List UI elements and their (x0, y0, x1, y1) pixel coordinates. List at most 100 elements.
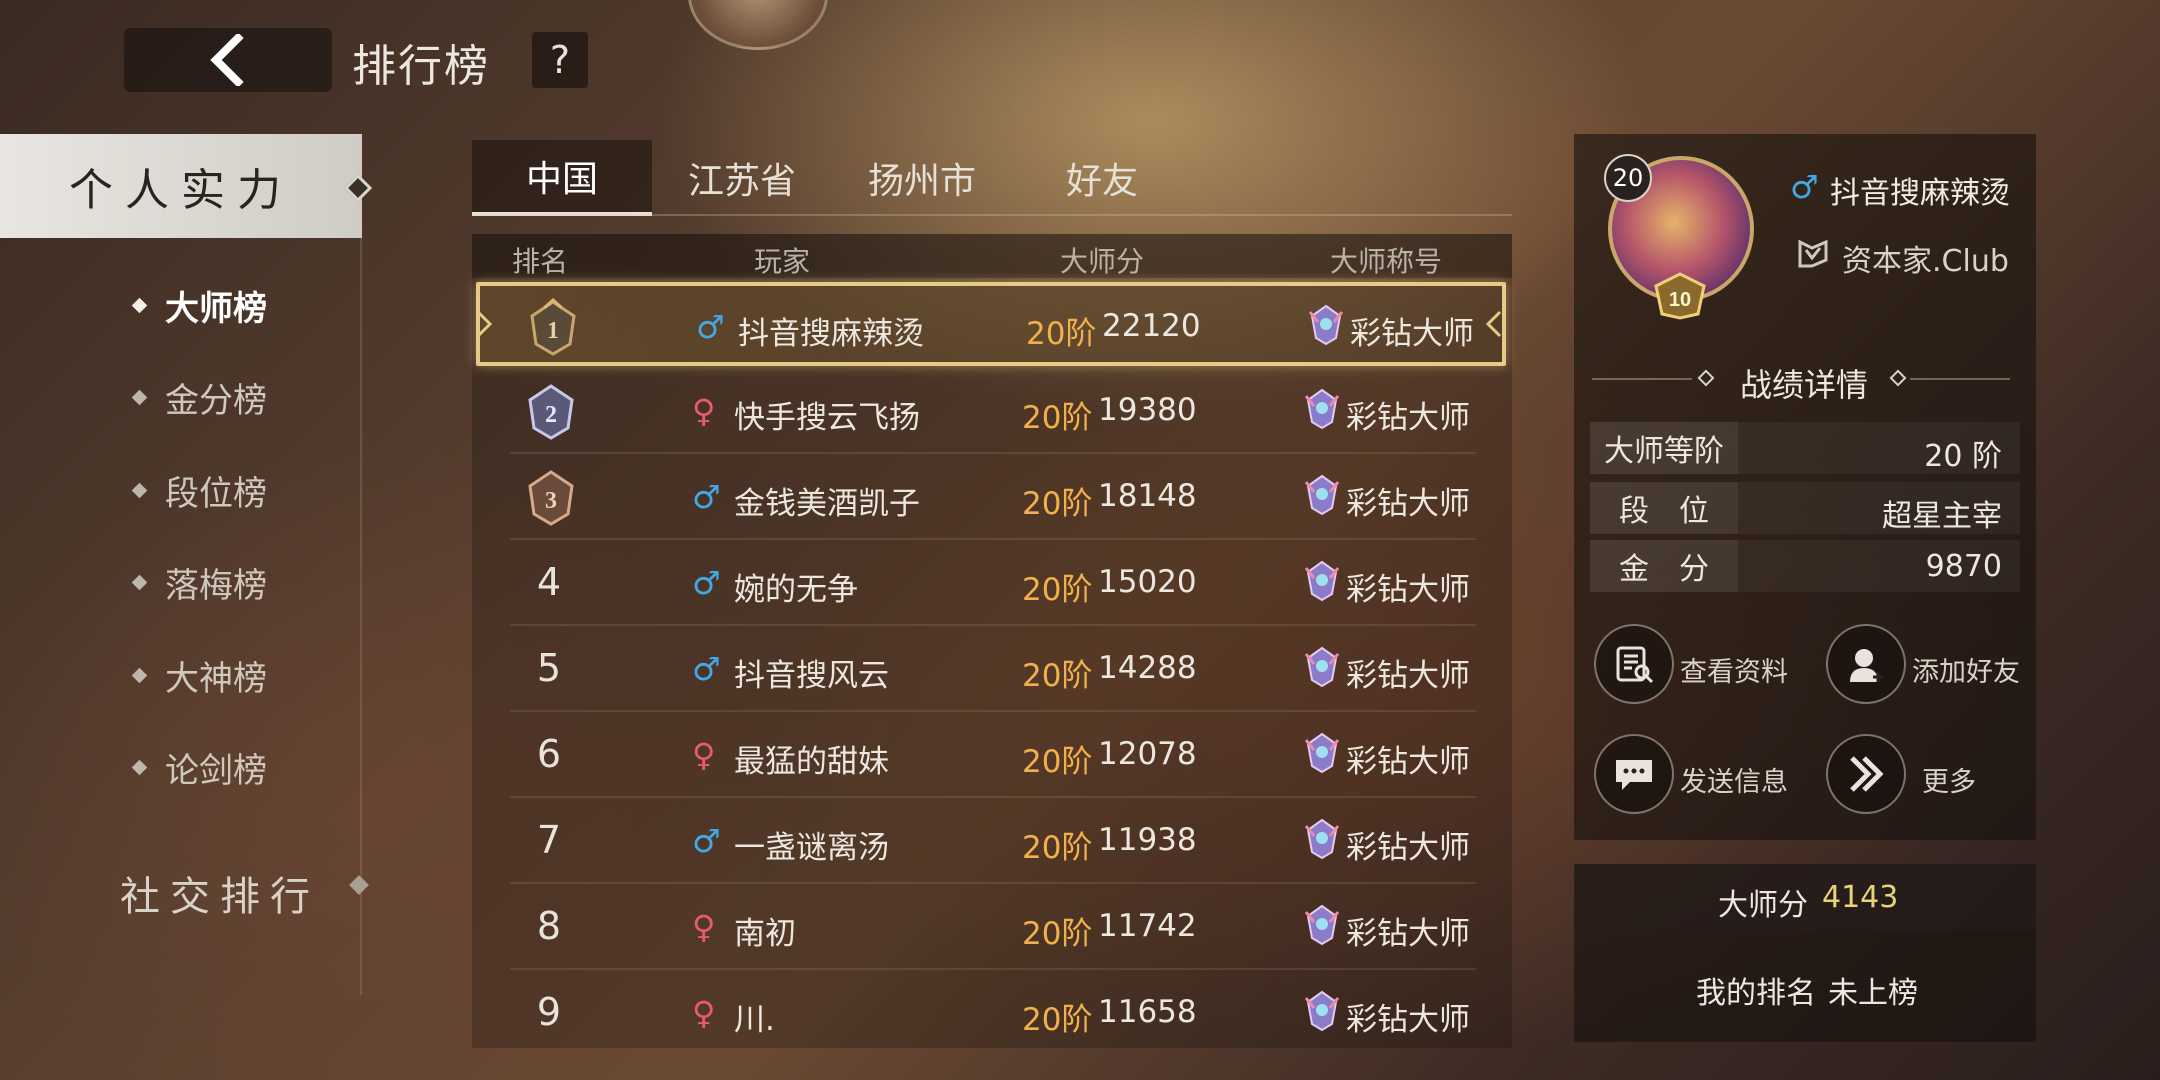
table-header: 排名 玩家 大师分 大师称号 (472, 234, 1512, 278)
player-name: 一盏谜离汤 (734, 830, 889, 866)
bullet-diamond-icon (131, 574, 148, 590)
stat-label: 金 分 (1590, 540, 1738, 592)
table-row[interactable]: 7 ♂ 一盏谜离汤 20阶 11938 彩钻大师 (510, 798, 1476, 884)
bullet-diamond-icon (131, 389, 148, 405)
player-name: 最猛的甜妹 (734, 744, 889, 780)
player-tier: 20阶 (1022, 572, 1093, 608)
diamond-master-icon (1304, 646, 1340, 688)
nav-personal-strength[interactable]: 个人实力 (0, 134, 362, 238)
rank-10-badge-icon: 10 (1652, 272, 1708, 320)
female-icon: ♀ (692, 908, 716, 946)
diamond-master-icon (1304, 990, 1340, 1032)
diamond-master-icon (1308, 304, 1344, 346)
table-row[interactable]: 9 ♀ 川. 20阶 11658 彩钻大师 (510, 970, 1476, 1056)
player-tier: 20阶 (1022, 486, 1093, 522)
sidebar-item-label: 大师榜 (165, 288, 267, 329)
back-button[interactable] (124, 28, 332, 92)
diamond-master-icon (1304, 818, 1340, 860)
rank-badge-number: 10 (1669, 289, 1691, 311)
help-button[interactable]: ? (532, 32, 588, 88)
master-title: 彩钻大师 (1346, 916, 1470, 952)
selected-left-marker-icon (476, 310, 492, 338)
column-rank: 排名 (512, 245, 569, 278)
player-name: 南初 (734, 916, 796, 952)
player-name: 抖音搜麻辣烫 (738, 316, 924, 352)
sidebar-item-luomei[interactable]: 落梅榜 (131, 557, 267, 607)
bullet-diamond-icon (131, 482, 148, 498)
player-score: 11658 (1098, 994, 1197, 1030)
table-row[interactable]: 6 ♀ 最猛的甜妹 20阶 12078 彩钻大师 (510, 712, 1476, 798)
sidebar-item-lunjian[interactable]: 论剑榜 (131, 742, 267, 792)
player-score: 22120 (1102, 308, 1201, 344)
table-row-selected[interactable]: 1 ♂ 抖音搜麻辣烫 20阶 22120 彩钻大师 (476, 282, 1506, 366)
detail-club-name[interactable]: 资本家.Club (1842, 236, 2009, 280)
table-row[interactable]: 4 ♂ 婉的无争 20阶 15020 彩钻大师 (510, 540, 1476, 626)
rank-3-badge-icon: 3 (528, 470, 574, 526)
tab-friends[interactable]: 好友 (1012, 140, 1192, 216)
diamond-master-icon (1304, 560, 1340, 602)
player-name: 抖音搜风云 (734, 658, 889, 694)
male-icon: ♂ (692, 650, 721, 688)
master-title: 彩钻大师 (1346, 572, 1470, 608)
top-avatar[interactable] (688, 0, 828, 50)
player-tier: 20阶 (1022, 744, 1093, 780)
diamond-master-icon (1304, 904, 1340, 946)
male-icon: ♂ (692, 564, 721, 602)
table-row[interactable]: 5 ♂ 抖音搜风云 20阶 14288 彩钻大师 (510, 626, 1476, 712)
player-tier: 20阶 (1022, 658, 1093, 694)
table-row[interactable]: 8 ♀ 南初 20阶 11742 彩钻大师 (510, 884, 1476, 970)
male-icon: ♂ (692, 478, 721, 516)
more-label: 更多 (1922, 767, 1976, 798)
column-master-title: 大师称号 (1330, 245, 1443, 278)
stat-label: 大师等阶 (1590, 422, 1738, 474)
view-profile-button[interactable] (1594, 624, 1674, 704)
nav-divider (360, 135, 362, 995)
sidebar-item-label: 大神榜 (165, 658, 267, 699)
bullet-diamond-icon (131, 759, 148, 775)
chat-bubble-icon (1616, 760, 1652, 790)
rank-number: 9 (536, 990, 562, 1034)
master-title: 彩钻大师 (1346, 744, 1470, 780)
club-flag-icon (1798, 239, 1828, 268)
player-score: 12078 (1098, 736, 1197, 772)
tab-china[interactable]: 中国 (472, 140, 652, 216)
master-title: 彩钻大师 (1346, 658, 1470, 694)
stat-master-tier: 大师等阶 20 阶 (1590, 422, 2020, 474)
sidebar-item-master[interactable]: 大师榜 (131, 280, 267, 330)
tab-jiangsu[interactable]: 江苏省 (652, 140, 832, 216)
rank-number: 8 (536, 904, 562, 948)
nav-social-ranking[interactable]: 社交排行 (120, 864, 320, 922)
send-message-button[interactable] (1594, 734, 1674, 814)
master-title: 彩钻大师 (1346, 486, 1470, 522)
add-friend-button[interactable] (1826, 624, 1906, 704)
more-button[interactable] (1826, 734, 1906, 814)
sidebar-item-gold[interactable]: 金分榜 (131, 372, 267, 422)
player-name: 川. (734, 1002, 775, 1038)
section-title: 战绩详情 (1740, 366, 1869, 404)
stat-value: 20 阶 (1924, 439, 2002, 474)
table-row[interactable]: 3 ♂ 金钱美酒凯子 20阶 18148 彩钻大师 (510, 454, 1476, 540)
tabs-divider (472, 214, 1512, 216)
player-tier: 20阶 (1022, 1002, 1093, 1038)
svg-text:1: 1 (547, 318, 559, 344)
sidebar-item-label: 金分榜 (165, 380, 267, 421)
sidebar-item-rank[interactable]: 段位榜 (131, 465, 267, 515)
female-icon: ♀ (692, 994, 716, 1032)
region-tabs: 中国 江苏省 扬州市 好友 (472, 140, 1512, 218)
column-player: 玩家 (754, 245, 811, 278)
chevron-left-icon (210, 34, 244, 86)
tab-yangzhou[interactable]: 扬州市 (832, 140, 1012, 216)
sidebar-item-god[interactable]: 大神榜 (131, 650, 267, 700)
nav-social-diamond-icon (349, 875, 369, 895)
player-score: 14288 (1098, 650, 1197, 686)
table-row[interactable]: 2 ♀ 快手搜云飞扬 20阶 19380 彩钻大师 (510, 368, 1476, 454)
my-score-value: 4143 (1822, 880, 1899, 915)
player-name: 快手搜云飞扬 (734, 400, 920, 436)
sidebar-item-label: 论剑榜 (165, 750, 267, 791)
my-score-label: 大师分 (1718, 888, 1808, 923)
rank-number: 5 (536, 646, 562, 690)
bullet-diamond-icon (131, 297, 148, 313)
rank-2-badge-icon: 2 (528, 384, 574, 440)
player-score: 11938 (1098, 822, 1197, 858)
diamond-master-icon (1304, 474, 1340, 516)
